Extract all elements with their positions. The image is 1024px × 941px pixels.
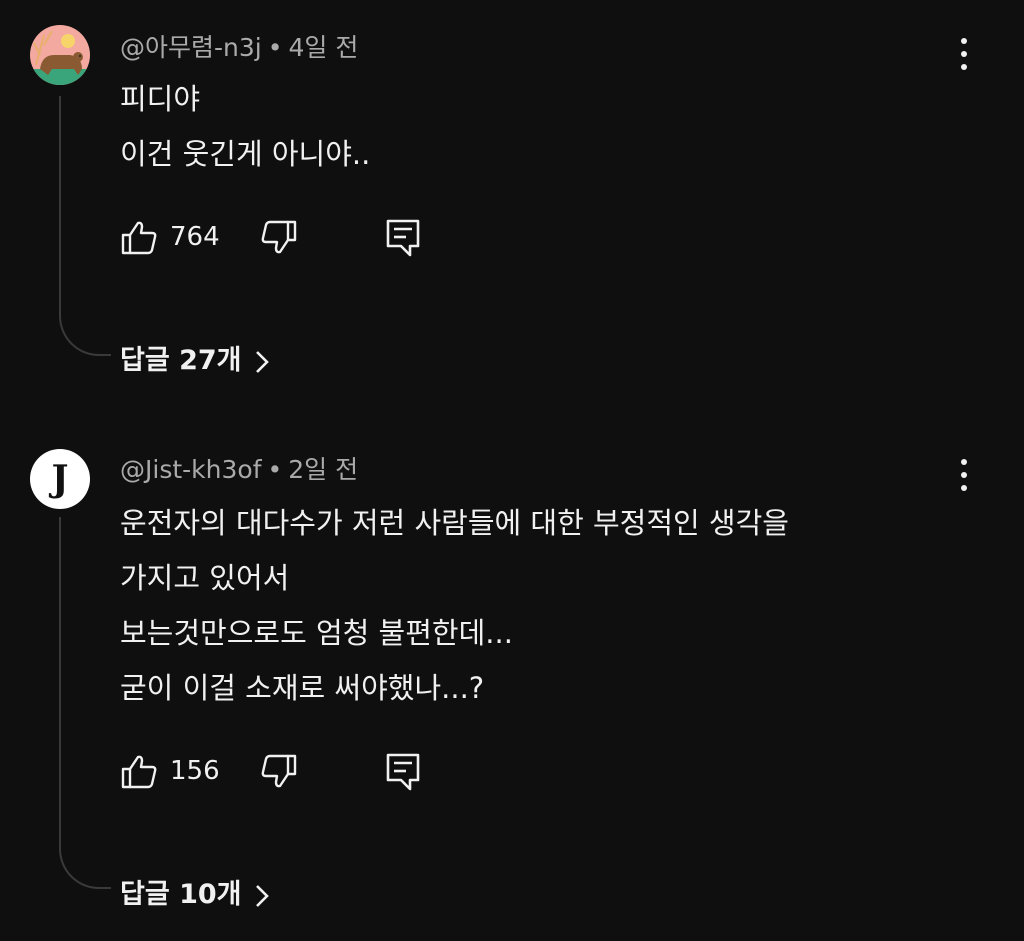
thread-line bbox=[59, 517, 111, 889]
more-options-button[interactable] bbox=[944, 455, 984, 495]
thread-line bbox=[59, 96, 111, 356]
reply-button[interactable] bbox=[384, 752, 424, 792]
comment-thread: J @Jist-kh3of • 2일 전 운전자의 대다수가 저런 사람들에 대한 … bbox=[0, 420, 1024, 941]
comment-reply-icon bbox=[386, 753, 420, 791]
thumbs-down-icon bbox=[261, 754, 297, 788]
view-replies-button[interactable]: 답글 27개 bbox=[120, 338, 270, 377]
bear-avatar-icon bbox=[30, 25, 90, 85]
dislike-button[interactable] bbox=[260, 752, 300, 792]
comment-thread: @아무렴-n3j • 4일 전 피디야 이건 웃긴게 아니야.. 764 답글 … bbox=[0, 0, 1024, 400]
avatar-letter: J bbox=[51, 458, 69, 500]
author-name[interactable]: @Jist-kh3of bbox=[120, 455, 262, 484]
like-button[interactable]: 156 bbox=[118, 752, 228, 792]
more-vert-icon bbox=[961, 459, 967, 491]
meta-separator: • bbox=[267, 455, 283, 484]
chevron-right-icon bbox=[255, 884, 269, 907]
comment-line: 피디야 bbox=[120, 82, 201, 116]
view-replies-button[interactable]: 답글 10개 bbox=[120, 872, 270, 911]
avatar[interactable] bbox=[30, 25, 90, 85]
like-count: 156 bbox=[170, 756, 220, 786]
comment-line: 이건 웃긴게 아니야.. bbox=[120, 137, 371, 171]
comment-line: 운전자의 대다수가 저런 사람들에 대한 부정적인 생각을 bbox=[120, 506, 789, 540]
comment-text: 운전자의 대다수가 저런 사람들에 대한 부정적인 생각을 가지고 있어서 보는… bbox=[120, 496, 789, 716]
comment-line: 보는것만으로도 엄청 불편한데... bbox=[120, 616, 513, 650]
dislike-button[interactable] bbox=[260, 218, 300, 258]
more-options-button[interactable] bbox=[944, 34, 984, 74]
thumbs-up-icon bbox=[121, 755, 157, 789]
more-vert-icon bbox=[961, 38, 967, 70]
timestamp: 4일 전 bbox=[288, 33, 359, 62]
timestamp: 2일 전 bbox=[288, 455, 359, 484]
avatar[interactable]: J bbox=[30, 449, 90, 509]
comment-line: 굳이 이걸 소재로 써야했나...? bbox=[120, 671, 485, 705]
like-button[interactable]: 764 bbox=[118, 218, 228, 258]
replies-label: 답글 27개 bbox=[120, 345, 242, 376]
chevron-right-icon bbox=[255, 350, 269, 373]
comment-meta: @Jist-kh3of • 2일 전 bbox=[120, 450, 358, 486]
author-name[interactable]: @아무렴-n3j bbox=[120, 33, 262, 62]
comment-text: 피디야 이건 웃긴게 아니야.. bbox=[120, 72, 370, 182]
meta-separator: • bbox=[267, 33, 283, 62]
replies-label: 답글 10개 bbox=[120, 879, 242, 910]
thumbs-up-icon bbox=[121, 221, 157, 255]
like-count: 764 bbox=[170, 222, 220, 252]
comment-line: 가지고 있어서 bbox=[120, 561, 290, 595]
thumbs-down-icon bbox=[261, 220, 297, 254]
comment-meta: @아무렴-n3j • 4일 전 bbox=[120, 28, 358, 64]
comment-reply-icon bbox=[386, 219, 420, 257]
reply-button[interactable] bbox=[384, 218, 424, 258]
